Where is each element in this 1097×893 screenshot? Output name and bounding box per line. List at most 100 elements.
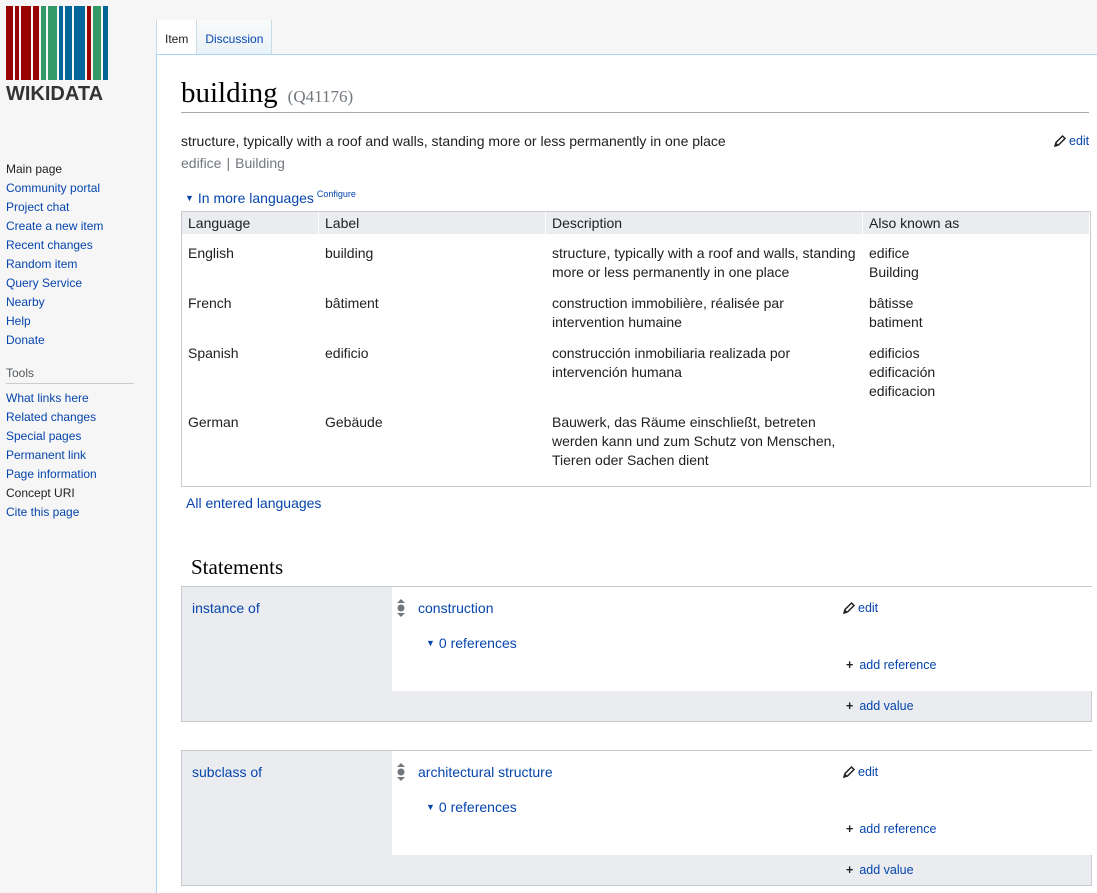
sidebar-link[interactable]: Recent changes [6,238,93,252]
rank-selector-icon[interactable] [396,598,406,618]
aliases-cell: bâtisse batiment [863,294,1090,344]
alias-line: Building [869,264,919,280]
sidebar-item-community-portal[interactable]: Community portal [6,179,150,198]
add-value-button[interactable]: + add value [846,699,914,713]
sidebar-item-create-new-item[interactable]: Create a new item [6,217,150,236]
logo-barcode [6,6,128,80]
statement-value-box: architectural structure ▼ 0 references ed… [392,751,1092,855]
sidebar-link[interactable]: Create a new item [6,219,103,233]
description-line: intervention humaine [552,314,682,330]
plus-icon: + [846,863,854,877]
references-toggle[interactable]: ▼ 0 references [426,635,517,651]
description-line: more or less permanently in one place [552,264,790,280]
sidebar-item-main-page[interactable]: Main page [6,160,150,179]
item-label: building [181,77,278,109]
plus-icon: + [846,822,854,836]
sidebar-tools: What links here Related changes Special … [0,389,150,522]
sidebar-link[interactable]: Project chat [6,200,69,214]
pencil-icon [1053,134,1067,148]
property-link[interactable]: instance of [192,600,260,616]
sidebar-item-recent-changes[interactable]: Recent changes [6,236,150,255]
more-languages-toggle[interactable]: ▼ In more languages Configure [185,189,356,206]
sidebar-link[interactable]: Community portal [6,181,100,195]
alias-line: edificacion [869,383,936,399]
sidebar-item-random-item[interactable]: Random item [6,255,150,274]
sidebar-link[interactable]: Concept URI [6,486,75,500]
sidebar-link[interactable]: Cite this page [6,505,79,519]
sidebar-link[interactable]: Donate [6,333,45,347]
edit-label: edit [1069,134,1090,148]
alias: edifice [181,155,222,171]
add-value-button[interactable]: + add value [846,863,914,877]
sidebar-navigation: Main page Community portal Project chat … [0,160,150,350]
sidebar-link[interactable]: Related changes [6,410,96,424]
add-reference-button[interactable]: + add reference [846,658,936,672]
sidebar-item-query-service[interactable]: Query Service [6,274,150,293]
sidebar-item-donate[interactable]: Donate [6,331,150,350]
language-cell: German [188,414,239,430]
sidebar-item-project-chat[interactable]: Project chat [6,198,150,217]
tab-discussion[interactable]: Discussion [196,20,273,55]
sidebar-link[interactable]: Page information [6,467,97,481]
sidebar-link[interactable]: Query Service [6,276,82,290]
rank-selector-icon[interactable] [396,762,406,782]
more-languages-label: In more languages [197,190,314,206]
sidebar-item-nearby[interactable]: Nearby [6,293,150,312]
edit-statement-button[interactable]: edit [842,601,878,615]
sidebar-item-page-information[interactable]: Page information [6,465,150,484]
statement-group: subclass of architectural structure ▼ 0 r… [181,750,1092,886]
edit-terms-button[interactable]: edit [1053,134,1089,148]
alias-line: edificios [869,345,920,361]
label-cell: building [325,245,374,261]
sidebar-link[interactable]: Special pages [6,429,81,443]
alias-line: bâtisse [869,295,914,311]
sidebar-item-special-pages[interactable]: Special pages [6,427,150,446]
sidebar-item-permanent-link[interactable]: Permanent link [6,446,150,465]
add-value-label: add value [859,699,914,713]
wikidata-logo[interactable]: WIKIDATA [6,6,128,106]
statement-value-link[interactable]: architectural structure [418,764,553,780]
property-link[interactable]: subclass of [192,764,262,780]
references-label: 0 references [438,799,517,815]
sidebar-link[interactable]: Permanent link [6,448,86,462]
language-cell: French [188,295,232,311]
add-reference-button[interactable]: + add reference [846,822,936,836]
statement-value-link[interactable]: construction [418,600,493,616]
label-cell: edificio [325,345,369,361]
description-line: Tieren oder Sachen dient [552,452,709,468]
label-cell: Gebäude [325,414,383,430]
table-row: German Gebäude Bauwerk, das Räume einsch… [182,413,1090,473]
references-toggle[interactable]: ▼ 0 references [426,799,517,815]
sidebar-item-cite-this-page[interactable]: Cite this page [6,503,150,522]
tab-item[interactable]: Item [156,20,197,55]
sidebar-link[interactable]: Random item [6,257,77,271]
item-description: structure, typically with a roof and wal… [181,133,726,149]
page-tabs: Item Discussion [156,20,273,55]
configure-link[interactable]: Configure [317,189,356,199]
edit-statement-button[interactable]: edit [842,765,878,779]
all-languages-link[interactable]: All entered languages [186,495,321,511]
column-header-label: Label [319,212,546,234]
pencil-icon [842,601,856,615]
item-aliases: edifice | Building [181,155,285,171]
sidebar-link[interactable]: Help [6,314,31,328]
triangle-down-icon: ▼ [185,193,194,203]
sidebar-item-help[interactable]: Help [6,312,150,331]
add-value-label: add value [859,863,914,877]
references-label: 0 references [438,635,517,651]
sidebar-item-what-links-here[interactable]: What links here [6,389,150,408]
description-cell: construcción inmobiliaria realizada por i… [546,344,863,413]
statements-heading: Statements [191,555,284,579]
sidebar-link[interactable]: Nearby [6,295,45,309]
sidebar-item-related-changes[interactable]: Related changes [6,408,150,427]
sidebar-link[interactable]: Main page [6,162,62,176]
sidebar-link[interactable]: What links here [6,391,89,405]
edit-label: edit [858,601,879,615]
sidebar-item-concept-uri[interactable]: Concept URI [6,484,150,503]
plus-icon: + [846,699,854,713]
sidebar: Main page Community portal Project chat … [0,160,150,522]
column-header-language: Language [182,212,319,234]
aliases-cell [863,413,1090,473]
description-line: construcción inmobiliaria realizada por [552,345,791,361]
statement-group: instance of construction ▼ 0 references e… [181,586,1092,722]
